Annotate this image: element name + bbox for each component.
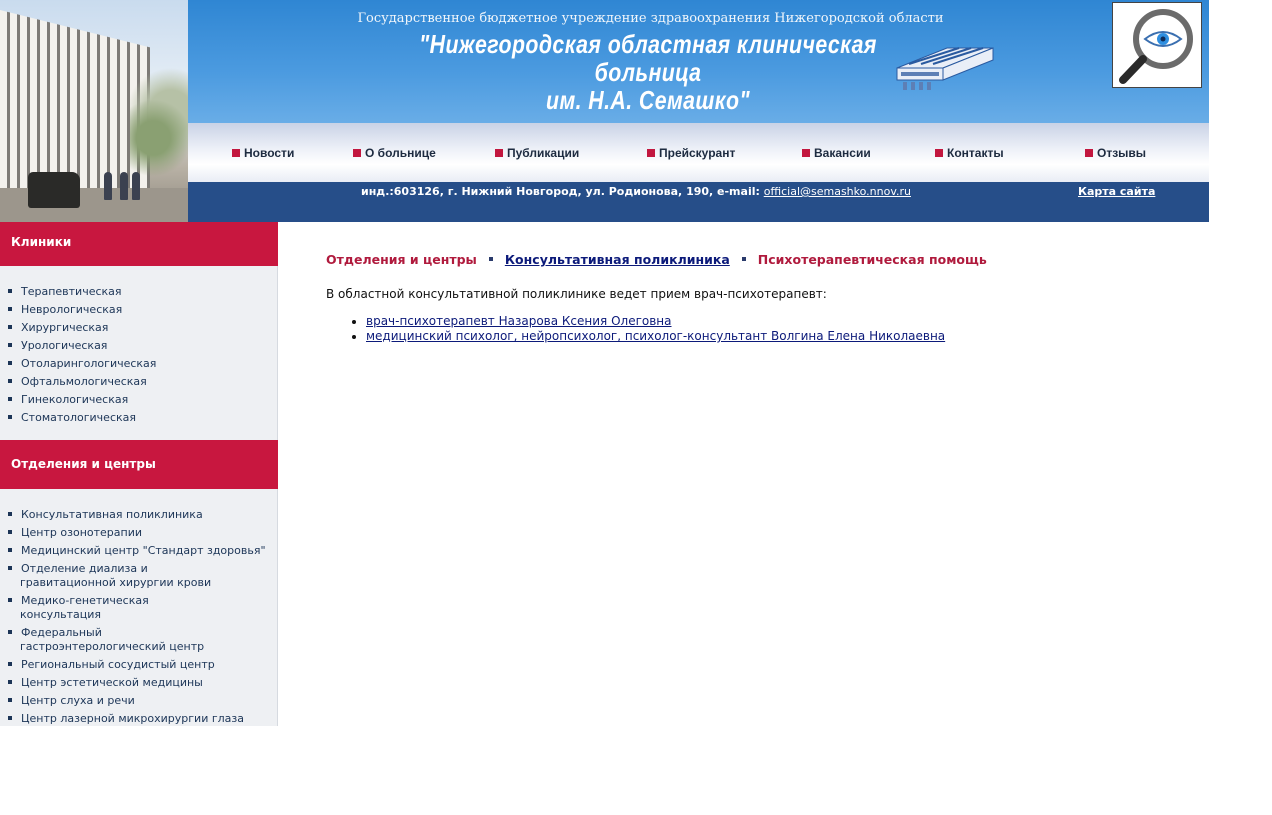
hospital-photo xyxy=(0,0,188,222)
sidebar-item-label: Региональный сосудистый центр xyxy=(21,658,215,671)
sidebar-item-department[interactable]: Центр лазерной микрохирургии глаза xyxy=(0,712,278,726)
sidebar-item-clinic[interactable]: Урологическая xyxy=(0,339,278,353)
breadcrumb-polyclinic[interactable]: Консультативная поликлиника xyxy=(505,252,730,267)
email-link[interactable]: official@semashko.nnov.ru xyxy=(764,185,911,198)
sidebar-item-label: Федеральный xyxy=(21,626,102,639)
nav-about[interactable]: О больнице xyxy=(353,146,436,160)
breadcrumb-separator xyxy=(741,257,746,261)
accessibility-button[interactable] xyxy=(1112,2,1202,88)
sidebar-item-label: консультация xyxy=(20,608,102,621)
sidebar-item-label: Консультативная поликлиника xyxy=(21,508,203,521)
breadcrumb-current: Психотерапевтическая помощь xyxy=(757,252,987,267)
nav-reviews[interactable]: Отзывы xyxy=(1085,146,1146,160)
sidebar-item-label: Центр эстетической медицины xyxy=(21,676,203,689)
staff-link-nazarova[interactable]: врач-психотерапевт Назарова Ксения Олего… xyxy=(366,314,672,328)
sidebar-item-clinic[interactable]: Неврологическая xyxy=(0,303,278,317)
sidebar-item-clinic[interactable]: Хирургическая xyxy=(0,321,278,335)
sidebar-item-department[interactable]: Центр слуха и речи xyxy=(0,694,278,708)
nav-contacts[interactable]: Контакты xyxy=(935,146,1004,160)
sidebar-item-department[interactable]: Консультативная поликлиника xyxy=(0,508,278,522)
departments-header: Отделения и центры xyxy=(0,440,278,489)
sidebar-item-label: Хирургическая xyxy=(21,321,109,334)
intro-text: В областной консультативной поликлинике … xyxy=(326,287,827,301)
sitemap-link[interactable]: Карта сайта xyxy=(1078,185,1155,198)
sidebar-item-label: Центр слуха и речи xyxy=(21,694,135,707)
nav-news[interactable]: Новости xyxy=(232,146,294,160)
sidebar-item-clinic[interactable]: Терапевтическая xyxy=(0,285,278,299)
breadcrumb: Отделения и центры Консультативная поликл… xyxy=(326,250,1226,270)
org-title-line2: им. Н.А. Семашко" xyxy=(546,85,750,115)
sidebar-item-label: Медицинский центр "Стандарт здоровья" xyxy=(21,544,266,557)
main-content: Отделения и центры Консультативная поликл… xyxy=(326,250,1226,344)
sidebar-item-label: Урологическая xyxy=(21,339,108,352)
sidebar-item-department[interactable]: Региональный сосудистый центр xyxy=(0,658,278,672)
sidebar-item-label: Гинекологическая xyxy=(21,393,129,406)
list-item: врач-психотерапевт Назарова Ксения Олего… xyxy=(366,314,1226,329)
clinics-list: Терапевтическая Неврологическая Хирургичес… xyxy=(0,285,278,429)
sidebar-item-department[interactable]: Отделение диализа и гравитационной хирург… xyxy=(0,562,278,590)
hospital-emblem-icon xyxy=(896,47,994,90)
sidebar-item-department[interactable]: Федеральный гастроэнтерологический центр xyxy=(0,626,278,654)
address: инд.:603126, г. Нижний Новгород, ул. Род… xyxy=(361,185,760,198)
departments-list: Консультативная поликлиника Центр озоноте… xyxy=(0,508,278,730)
site-header: Государственное бюджетное учреждение здр… xyxy=(0,0,1209,222)
sidebar: Клиники Терапевтическая Неврологическая Хи… xyxy=(0,222,278,726)
sidebar-item-label: Неврологическая xyxy=(21,303,123,316)
sidebar-item-clinic[interactable]: Отоларингологическая xyxy=(0,357,278,371)
staff-link-volgina[interactable]: медицинский психолог, нейропсихолог, пси… xyxy=(366,329,945,343)
page: Государственное бюджетное учреждение здр… xyxy=(0,0,1272,815)
sidebar-item-clinic[interactable]: Офтальмологическая xyxy=(0,375,278,389)
sidebar-item-department[interactable]: Центр озонотерапии xyxy=(0,526,278,540)
magnifier-eye-icon xyxy=(1119,9,1193,84)
info-bar: инд.:603126, г. Нижний Новгород, ул. Род… xyxy=(188,182,1209,222)
sidebar-item-label: Центр лазерной микрохирургии глаза xyxy=(21,712,244,725)
sidebar-item-label: Офтальмологическая xyxy=(21,375,147,388)
sidebar-item-department[interactable]: Медико-генетическая консультация xyxy=(0,594,278,622)
sidebar-item-label: Медико-генетическая xyxy=(21,594,149,607)
nav-price-list[interactable]: Прейскурант xyxy=(647,146,735,160)
org-title-line1: "Нижегородская областная клиническая бол… xyxy=(419,29,877,87)
address-text: инд.:603126, г. Нижний Новгород, ул. Род… xyxy=(361,185,911,198)
sidebar-item-label: Стоматологическая xyxy=(21,411,137,424)
sidebar-item-label: Центр озонотерапии xyxy=(21,526,143,539)
sidebar-item-department[interactable]: Медицинский центр "Стандарт здоровья" xyxy=(0,544,278,558)
sidebar-item-label: Отделение диализа и xyxy=(21,562,148,575)
sidebar-item-label: гастроэнтерологический центр xyxy=(20,640,205,653)
main-nav: Новости О больнице Публикации Прейскуран… xyxy=(188,123,1209,182)
list-item: медицинский психолог, нейропсихолог, пси… xyxy=(366,329,1226,344)
staff-list: врач-психотерапевт Назарова Ксения Олего… xyxy=(326,314,1226,344)
org-title: "Нижегородская областная клиническая бол… xyxy=(402,30,894,114)
breadcrumb-departments[interactable]: Отделения и центры xyxy=(326,252,477,267)
nav-publications[interactable]: Публикации xyxy=(495,146,579,160)
nav-vacancies[interactable]: Вакансии xyxy=(802,146,871,160)
top-banner: Государственное бюджетное учреждение здр… xyxy=(188,0,1209,123)
sidebar-item-clinic[interactable]: Стоматологическая xyxy=(0,411,278,425)
sidebar-item-label: гравитационной хирургии крови xyxy=(20,576,212,589)
sidebar-item-department[interactable]: Центр эстетической медицины xyxy=(0,676,278,690)
clinics-header: Клиники xyxy=(0,222,278,266)
sidebar-item-label: Терапевтическая xyxy=(21,285,122,298)
org-subtitle: Государственное бюджетное учреждение здр… xyxy=(357,11,944,26)
sidebar-item-clinic[interactable]: Гинекологическая xyxy=(0,393,278,407)
breadcrumb-separator xyxy=(488,257,493,261)
sidebar-item-label: Отоларингологическая xyxy=(21,357,157,370)
